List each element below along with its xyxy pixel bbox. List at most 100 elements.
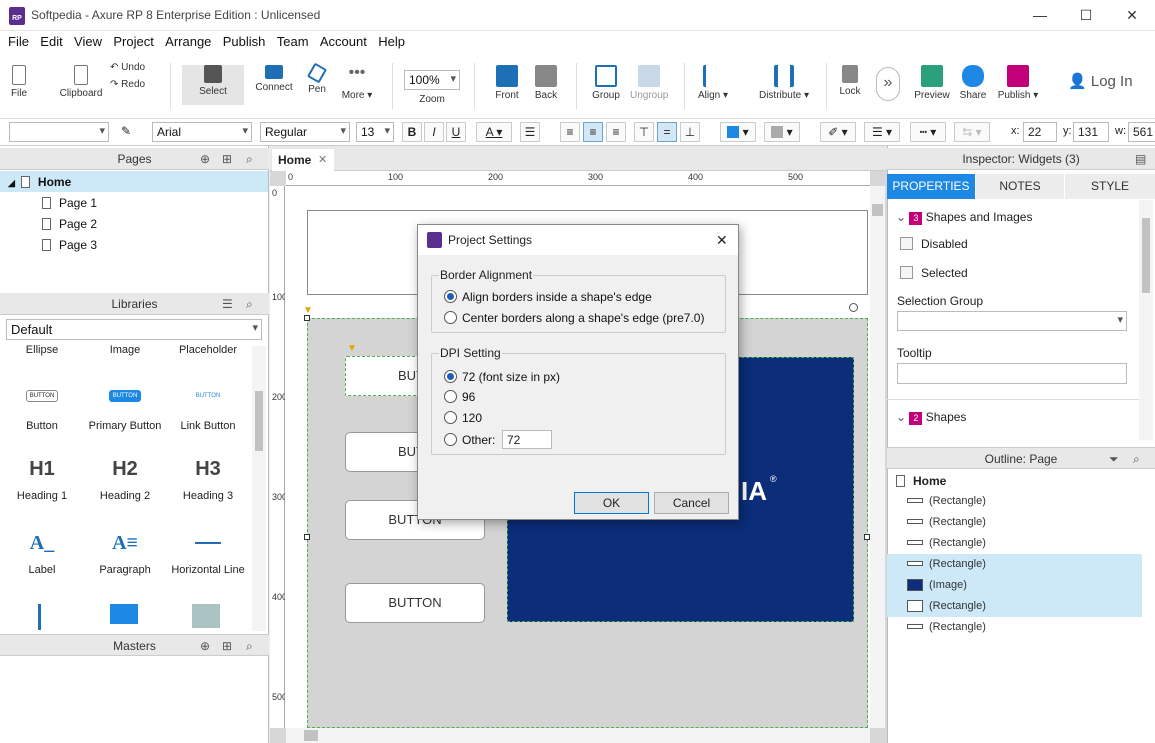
- tooltip-input[interactable]: [897, 363, 1127, 384]
- lib-heading-2[interactable]: H2 Heading 2: [85, 458, 165, 502]
- close-button[interactable]: ✕: [1109, 0, 1155, 31]
- valign-bottom-icon[interactable]: ⊥: [680, 122, 700, 142]
- lib-ellipse[interactable]: Ellipse: [2, 344, 82, 356]
- outline-item-selected[interactable]: (Rectangle): [887, 554, 1142, 575]
- menu-help[interactable]: Help: [378, 31, 405, 49]
- valign-middle-icon[interactable]: =: [657, 122, 677, 142]
- page-item[interactable]: Page 2: [42, 217, 97, 231]
- inspector-scrollbar[interactable]: [1139, 200, 1153, 440]
- preview-button[interactable]: Preview: [912, 65, 952, 101]
- radio-dpi-72[interactable]: 72 (font size in px): [444, 370, 560, 384]
- radio-dpi-120[interactable]: 120: [444, 411, 482, 425]
- valign-top-icon[interactable]: ⊤: [634, 122, 654, 142]
- maximize-button[interactable]: ☐: [1063, 0, 1109, 31]
- lib-label[interactable]: A_ Label: [2, 532, 82, 576]
- tab-notes[interactable]: NOTES: [976, 174, 1064, 199]
- ok-button[interactable]: OK: [574, 492, 649, 514]
- notes-page-icon[interactable]: ▤: [1135, 148, 1146, 170]
- menu-arrange[interactable]: Arrange: [165, 31, 211, 49]
- zoom-select[interactable]: 100%: [404, 70, 460, 90]
- menu-icon[interactable]: ☰: [222, 293, 233, 315]
- cancel-button[interactable]: Cancel: [654, 492, 729, 514]
- close-icon[interactable]: ✕: [318, 149, 327, 171]
- outline-item[interactable]: (Rectangle): [887, 533, 1142, 554]
- menu-view[interactable]: View: [74, 31, 102, 49]
- radio-dpi-other[interactable]: Other:: [444, 433, 495, 447]
- lib-horizontal-line[interactable]: Horizontal Line: [168, 532, 248, 576]
- format-painter-icon[interactable]: ✎: [116, 122, 136, 142]
- ungroup-button[interactable]: Ungroup: [630, 65, 668, 101]
- x-input[interactable]: 22: [1023, 122, 1057, 142]
- w-input[interactable]: 561: [1128, 122, 1155, 142]
- search-icon[interactable]: ⌕: [246, 293, 253, 315]
- style-select[interactable]: [9, 122, 109, 142]
- section-shapes[interactable]: ⌄ 2 Shapes: [896, 410, 966, 425]
- undo-button[interactable]: ↶ Undo: [110, 62, 160, 73]
- outline-item[interactable]: (Rectangle): [887, 491, 1142, 512]
- login-button[interactable]: 👤 Log In: [1068, 72, 1133, 90]
- canvas-button[interactable]: BUTTON: [345, 583, 485, 623]
- align-button[interactable]: Align ▾: [696, 65, 730, 101]
- menu-edit[interactable]: Edit: [40, 31, 62, 49]
- collapse-icon[interactable]: ◢: [8, 178, 15, 188]
- y-input[interactable]: 131: [1073, 122, 1109, 142]
- page-item[interactable]: Page 1: [42, 196, 97, 210]
- disabled-checkbox[interactable]: Disabled: [900, 237, 968, 251]
- menu-account[interactable]: Account: [320, 31, 367, 49]
- selection-group-select[interactable]: [897, 311, 1127, 331]
- filter-icon[interactable]: ⏷: [1109, 448, 1119, 470]
- library-scrollbar[interactable]: [252, 346, 266, 631]
- radio-dpi-96[interactable]: 96: [444, 390, 475, 404]
- group-button[interactable]: Group: [590, 65, 622, 101]
- lib-placeholder[interactable]: Placeholder: [168, 344, 248, 356]
- font-family-select[interactable]: Arial: [152, 122, 252, 142]
- add-master-icon[interactable]: ⊕: [200, 635, 210, 657]
- bullet-list-icon[interactable]: ☰: [520, 122, 540, 142]
- search-icon[interactable]: ⌕: [246, 635, 253, 657]
- clipboard-button[interactable]: Clipboard: [58, 65, 104, 99]
- menu-publish[interactable]: Publish: [223, 31, 266, 49]
- menu-project[interactable]: Project: [113, 31, 153, 49]
- line-pattern-icon[interactable]: ┅ ▾: [910, 122, 946, 142]
- arrow-style-icon[interactable]: ⇆ ▾: [954, 122, 990, 142]
- resize-handle[interactable]: [304, 534, 310, 540]
- outline-item-selected[interactable]: (Rectangle): [887, 596, 1142, 617]
- page-home[interactable]: ◢ Home: [8, 175, 71, 189]
- add-page-icon[interactable]: ⊕: [200, 148, 210, 170]
- lib-primary-button[interactable]: BUTTON Primary Button: [85, 388, 165, 432]
- fill-color-icon[interactable]: ▾: [720, 122, 756, 142]
- dialog-close-icon[interactable]: ✕: [716, 225, 728, 255]
- connect-button[interactable]: Connect: [254, 65, 294, 93]
- menu-file[interactable]: File: [8, 31, 29, 49]
- lock-button[interactable]: Lock: [836, 65, 864, 97]
- font-style-select[interactable]: Regular: [260, 122, 350, 142]
- library-select[interactable]: Default: [6, 319, 262, 340]
- outline-item[interactable]: (Rectangle): [887, 617, 1142, 638]
- add-folder-icon[interactable]: ⊞: [222, 635, 232, 657]
- bold-icon[interactable]: B: [402, 122, 422, 142]
- underline-icon[interactable]: U: [446, 122, 466, 142]
- add-folder-icon[interactable]: ⊞: [222, 148, 232, 170]
- lib-image[interactable]: Image: [85, 344, 165, 356]
- font-size-select[interactable]: 13: [356, 122, 394, 142]
- lib-paragraph[interactable]: A≡ Paragraph: [85, 532, 165, 576]
- dpi-other-input[interactable]: 72: [502, 430, 552, 449]
- redo-button[interactable]: ↷ Redo: [110, 79, 160, 90]
- line-color-icon[interactable]: ✐ ▾: [820, 122, 856, 142]
- menu-team[interactable]: Team: [277, 31, 309, 49]
- search-icon[interactable]: ⌕: [1133, 448, 1140, 470]
- radio-center-borders[interactable]: Center borders along a shape's edge (pre…: [444, 311, 704, 325]
- more-button[interactable]: ••• More ▾: [340, 65, 374, 102]
- tab-home[interactable]: Home ✕: [272, 149, 334, 171]
- pen-button[interactable]: Pen: [304, 62, 330, 95]
- align-right-icon[interactable]: ≡: [606, 122, 626, 142]
- file-button[interactable]: File: [6, 65, 32, 99]
- outline-item-selected[interactable]: (Image): [887, 575, 1142, 596]
- radio-align-inside[interactable]: Align borders inside a shape's edge: [444, 290, 652, 304]
- share-button[interactable]: Share: [958, 65, 988, 101]
- font-color-icon[interactable]: A ▾: [476, 122, 512, 142]
- canvas-vscrollbar[interactable]: [870, 186, 885, 728]
- search-icon[interactable]: ⌕: [246, 148, 253, 170]
- back-button[interactable]: Back: [532, 65, 560, 101]
- minimize-button[interactable]: —: [1017, 0, 1063, 31]
